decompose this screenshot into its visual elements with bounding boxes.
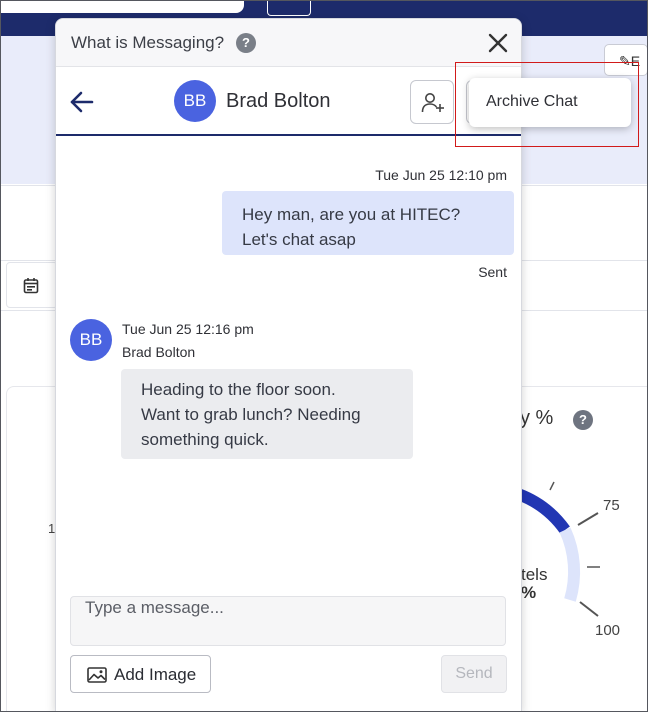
add-image-button[interactable]: Add Image bbox=[70, 655, 211, 693]
panel-header: What is Messaging? ? bbox=[56, 19, 521, 67]
message-line: something quick. bbox=[141, 430, 269, 449]
message-sender-name: Brad Bolton bbox=[122, 344, 196, 360]
add-participant-button[interactable] bbox=[410, 80, 454, 124]
message-timestamp: Tue Jun 25 12:16 pm bbox=[122, 321, 254, 337]
message-timestamp: Tue Jun 25 12:10 pm bbox=[375, 167, 507, 183]
panel-title: What is Messaging? bbox=[71, 33, 225, 52]
calendar-icon bbox=[23, 278, 39, 294]
message-line: Hey man, are you at HITEC? bbox=[242, 205, 461, 224]
app-top-button[interactable] bbox=[267, 0, 311, 16]
app-search-field[interactable] bbox=[0, 0, 244, 13]
image-icon bbox=[87, 667, 107, 683]
contact-name: Brad Bolton bbox=[226, 90, 331, 112]
incoming-message-bubble: Heading to the floor soon. Want to grab … bbox=[121, 369, 413, 459]
card-title-fragment: y % bbox=[520, 407, 554, 429]
message-line: Let's chat asap bbox=[242, 230, 356, 249]
contact-avatar: BB bbox=[174, 80, 216, 122]
question-mark-icon[interactable]: ? bbox=[236, 33, 256, 53]
add-image-label: Add Image bbox=[114, 665, 197, 684]
card-help-icon[interactable]: ? bbox=[573, 410, 593, 430]
message-line: Want to grab lunch? Needing bbox=[141, 405, 361, 424]
message-line: Heading to the floor soon. bbox=[141, 380, 336, 399]
back-arrow-icon[interactable] bbox=[68, 88, 96, 116]
highlight-annotation bbox=[455, 62, 639, 147]
gauge-label-75: 75 bbox=[603, 497, 620, 514]
date-picker-button[interactable] bbox=[6, 262, 58, 308]
messaging-panel: What is Messaging? ? BB Brad Bolton Tue … bbox=[55, 18, 522, 712]
message-input[interactable] bbox=[70, 596, 506, 646]
gauge-center-value: % bbox=[521, 583, 537, 602]
message-status: Sent bbox=[478, 264, 507, 280]
gauge-center-label: tels bbox=[521, 565, 548, 584]
sender-avatar: BB bbox=[70, 319, 112, 361]
outgoing-message-bubble: Hey man, are you at HITEC? Let's chat as… bbox=[222, 191, 514, 255]
add-user-icon bbox=[421, 93, 444, 113]
conversation-header: BB Brad Bolton bbox=[56, 68, 521, 136]
close-icon[interactable] bbox=[486, 31, 510, 55]
send-button[interactable]: Send bbox=[441, 655, 507, 693]
gauge-label-100: 100 bbox=[595, 622, 621, 639]
